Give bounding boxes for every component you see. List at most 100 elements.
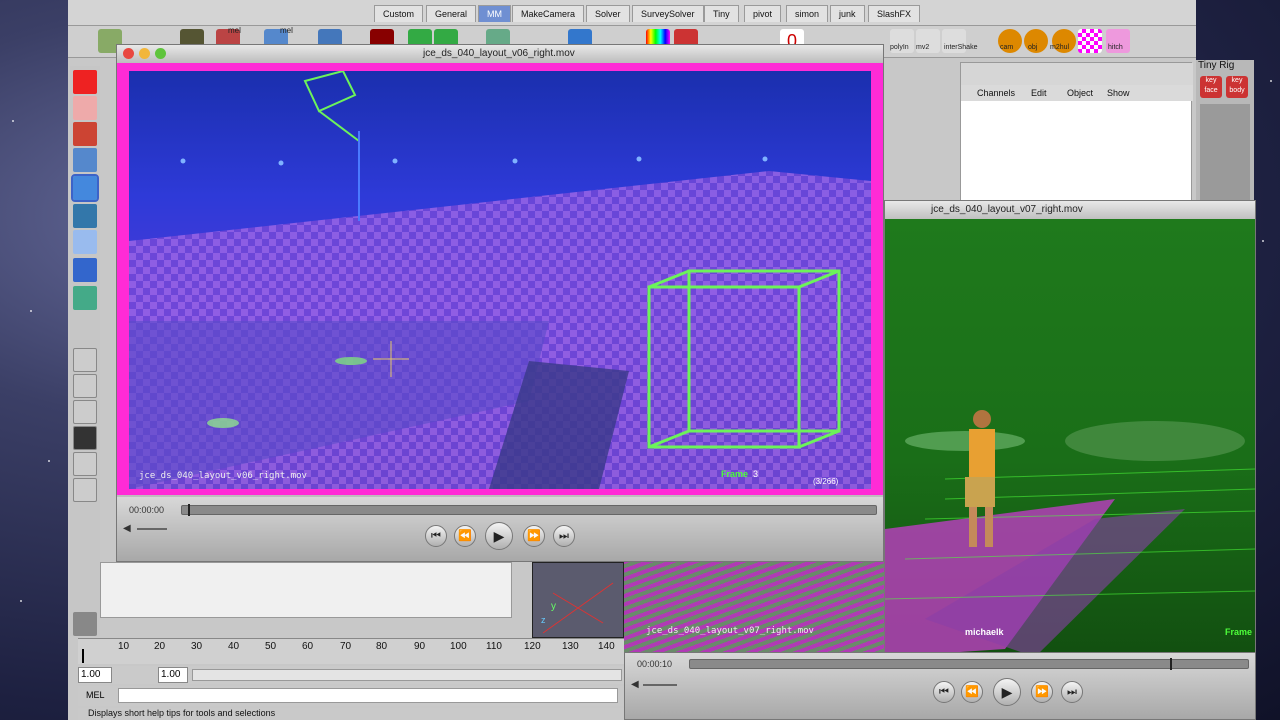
shelf-tab-slashfx[interactable]: SlashFX: [868, 5, 921, 22]
shelf-label-mel: mel: [280, 26, 293, 35]
help-line: Displays short help tips for tools and s…: [78, 708, 624, 720]
shelf-checker-icon[interactable]: [1078, 29, 1102, 53]
qt2-playhead[interactable]: [1169, 658, 1172, 670]
lasso-tool-icon[interactable]: [73, 96, 97, 120]
qt1-frame-number: 3: [753, 469, 759, 479]
qt1-frame-label: Frame: [721, 469, 749, 479]
shelf-tab-pivot[interactable]: pivot: [744, 5, 782, 22]
key-body-button[interactable]: key body: [1226, 76, 1248, 98]
select-tool-icon[interactable]: [73, 70, 97, 94]
qt1-fast-forward-button[interactable]: ⏩: [523, 525, 545, 547]
tick-label: 140: [598, 641, 615, 652]
qt2-controls: 00:00:10 ◀ ⏮ ⏪ ▶ ⏩ ⏭: [624, 652, 1256, 720]
secondary-video-strip: jce_ds_040_layout_v07_right.mov: [624, 560, 884, 652]
tick-label: 10: [118, 641, 130, 652]
qt1-go-start-button[interactable]: ⏮: [425, 525, 447, 547]
help-text: Displays short help tips for tools and s…: [88, 708, 276, 718]
qt1-titlebar: jce_ds_040_layout_v06_right.mov: [117, 45, 883, 63]
menu-edit[interactable]: Edit: [1031, 88, 1047, 98]
qt2-go-end-button[interactable]: ⏭: [1061, 681, 1083, 703]
menu-show[interactable]: Show: [1107, 88, 1130, 98]
qt2-frame-label: Frame: [1225, 627, 1253, 637]
tiny-rig-panel: Tiny Rig key face key body: [1196, 60, 1254, 200]
menu-object[interactable]: Object: [1067, 88, 1093, 98]
qt1-volume-slider[interactable]: [137, 528, 167, 530]
perspective-viewport[interactable]: y z: [532, 562, 624, 638]
layout-single-icon[interactable]: [73, 348, 97, 372]
qt1-video-area: jce_ds_040_layout_v06_right.mov Frame 3 …: [117, 63, 883, 495]
qt2-fast-forward-button[interactable]: ⏩: [1031, 681, 1053, 703]
show-manipulator-tool-icon[interactable]: [73, 286, 97, 310]
time-slider[interactable]: 10 20 30 40 50 60 70 80 90 100 110 120 1…: [78, 638, 624, 664]
current-time-marker[interactable]: [82, 649, 84, 663]
menu-channels[interactable]: Channels: [977, 88, 1015, 98]
minimize-icon[interactable]: [139, 48, 150, 59]
manipulator-tool-icon[interactable]: [73, 230, 97, 254]
shelf-tab-mm[interactable]: MM: [478, 5, 511, 22]
svg-text:y: y: [551, 601, 556, 612]
soft-mod-tool-icon[interactable]: [73, 258, 97, 282]
qt2-video-frame: michaelk Frame: [885, 219, 1255, 657]
shelf-label-cam: cam: [1000, 44, 1014, 51]
qt1-playhead[interactable]: [187, 504, 190, 516]
qt2-volume-icon[interactable]: ◀: [631, 679, 639, 690]
qt1-volume-icon[interactable]: ◀: [123, 523, 131, 534]
tick-label: 60: [302, 641, 314, 652]
qt1-play-button[interactable]: ▶: [485, 522, 513, 550]
shelf-tab-simon[interactable]: simon: [786, 5, 829, 22]
qt2-go-start-button[interactable]: ⏮: [933, 681, 955, 703]
range-start-field[interactable]: 1.00: [78, 667, 112, 683]
layout-two-icon[interactable]: [73, 400, 97, 424]
close-icon[interactable]: [123, 48, 134, 59]
qt2-scene: [885, 410, 1255, 657]
shelf-tab-solver[interactable]: Solver: [586, 5, 630, 22]
shelf-tab-surveysolver[interactable]: SurveySolver: [632, 5, 704, 22]
command-line: MEL: [78, 686, 624, 706]
qt1-scrubber[interactable]: [181, 504, 877, 516]
mel-command-input[interactable]: [118, 688, 618, 703]
layout-outliner-icon[interactable]: [73, 426, 97, 450]
tick-label: 70: [340, 641, 352, 652]
rotate-tool-icon[interactable]: [71, 174, 99, 202]
tick-label: 80: [376, 641, 388, 652]
qt2-rewind-button[interactable]: ⏪: [961, 681, 983, 703]
qt2-timecode: 00:00:10: [637, 659, 673, 669]
qt1-controls: 00:00:00 ◀ ⏮ ⏪ ▶ ⏩ ⏭: [117, 497, 883, 561]
channel-box: Channels Edit Object Show: [960, 62, 1193, 212]
attribute-panel: [100, 562, 512, 618]
tick-label: 40: [228, 641, 240, 652]
layout-hypershade-icon[interactable]: [73, 478, 97, 502]
shelf-tab-custom[interactable]: Custom: [374, 5, 424, 22]
qt1-rewind-button[interactable]: ⏪: [454, 525, 476, 547]
tick-label: 20: [154, 641, 166, 652]
shelf-tab-general[interactable]: General: [426, 5, 477, 22]
qt2-scrubber[interactable]: [689, 658, 1249, 670]
shelf-label-obj: obj: [1028, 44, 1038, 51]
shelf-label-hitch: hitch: [1108, 44, 1123, 51]
key-face-button[interactable]: key face: [1200, 76, 1222, 98]
paint-select-tool-icon[interactable]: [73, 122, 97, 146]
shelf-tab-junk[interactable]: junk: [830, 5, 865, 22]
qt2-play-button[interactable]: ▶: [993, 678, 1021, 706]
move-tool-icon[interactable]: [73, 148, 97, 172]
shelf-label-polyin: polyIn: [890, 44, 909, 51]
tick-label: 30: [191, 641, 203, 652]
channel-box-toolbar: [961, 63, 1193, 85]
shelf-label-mel: mel: [228, 26, 241, 35]
channel-box-menu: Channels Edit Object Show: [961, 85, 1193, 101]
quicktime-window-2: jce_ds_040_layout_v07_right.mov michaelk…: [884, 200, 1256, 720]
range-current-field[interactable]: 1.00: [158, 667, 188, 683]
qt2-volume-slider[interactable]: [643, 684, 677, 686]
tick-label: 100: [450, 641, 467, 652]
zoom-icon[interactable]: [155, 48, 166, 59]
tiny-rig-controls[interactable]: [1200, 104, 1250, 200]
layout-graph-icon[interactable]: [73, 452, 97, 476]
range-slider-bar[interactable]: [192, 669, 622, 681]
shelf-label-intershake: interShake: [944, 44, 978, 51]
shelf-tab-makecamera[interactable]: MakeCamera: [512, 5, 585, 22]
mel-label: MEL: [86, 690, 105, 700]
shelf-tab-tiny[interactable]: Tiny: [704, 5, 739, 22]
layout-four-icon[interactable]: [73, 374, 97, 398]
qt1-go-end-button[interactable]: ⏭: [553, 525, 575, 547]
scale-tool-icon[interactable]: [73, 204, 97, 228]
